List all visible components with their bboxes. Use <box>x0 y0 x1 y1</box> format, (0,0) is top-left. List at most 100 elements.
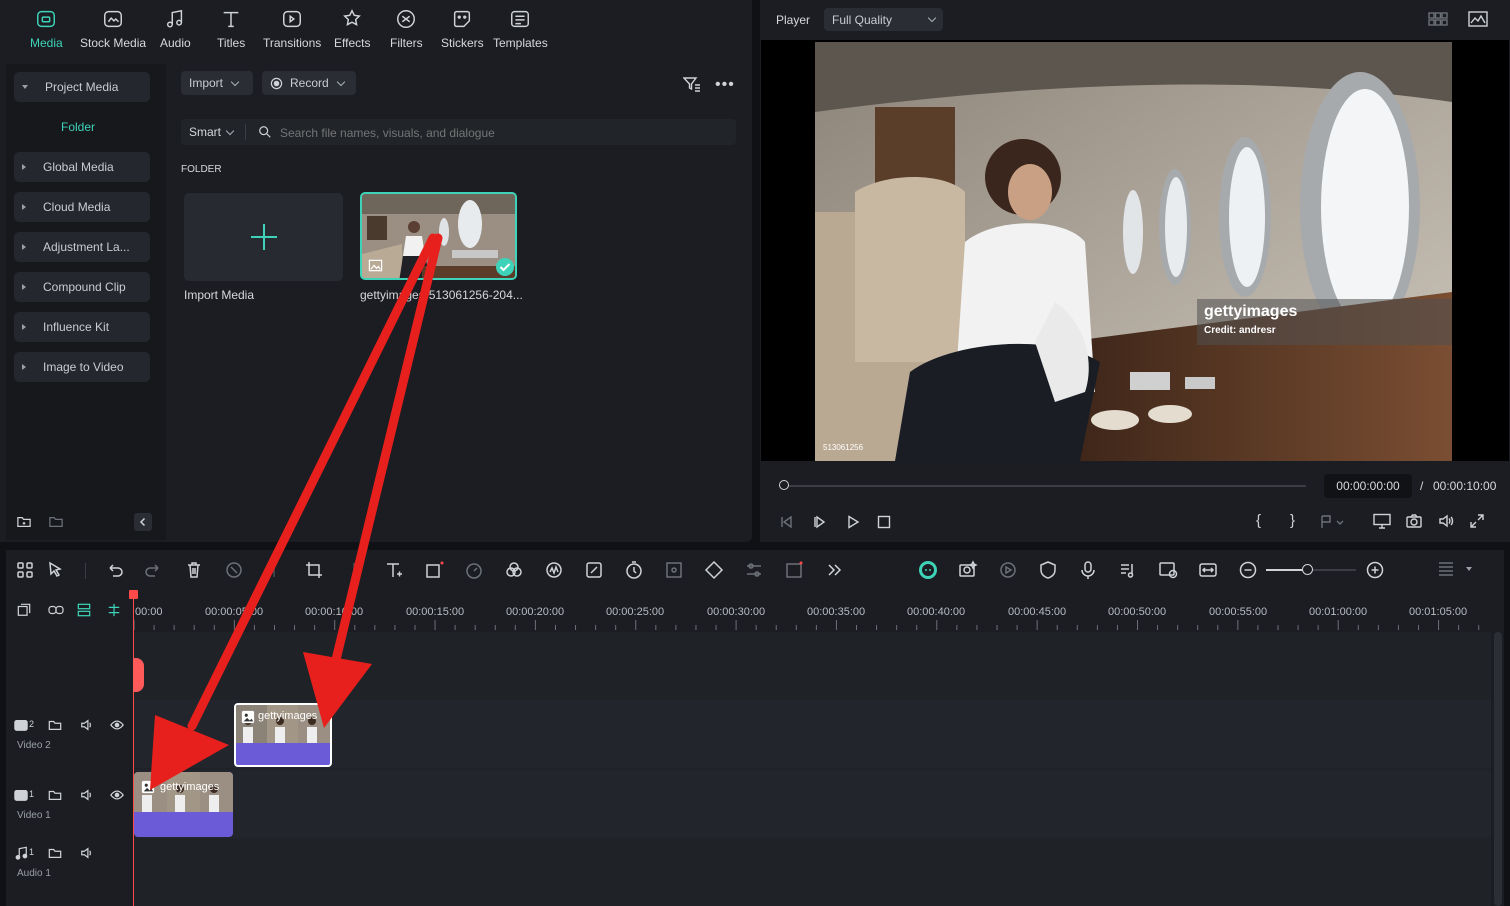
timer-icon[interactable] <box>624 560 644 580</box>
progress-handle[interactable] <box>779 480 789 490</box>
timeline-scrollbar[interactable] <box>1494 632 1502 906</box>
shield-icon[interactable] <box>1038 560 1058 580</box>
smart-dropdown[interactable]: Smart <box>189 125 235 139</box>
motion-track-icon[interactable] <box>664 560 684 580</box>
play-icon[interactable] <box>845 514 861 530</box>
sidebar-item-folder[interactable]: Folder <box>61 120 95 134</box>
tab-titles[interactable]: Titles <box>217 8 245 50</box>
adjust-icon[interactable] <box>744 560 764 580</box>
audio-icon <box>167 9 183 28</box>
mark-out-icon[interactable]: } <box>1290 512 1295 529</box>
grid-view-icon[interactable] <box>1428 12 1448 26</box>
speaker-icon[interactable] <box>80 846 94 860</box>
shape-icon[interactable] <box>424 560 444 580</box>
undo-icon[interactable] <box>104 560 124 580</box>
ai-assistant-icon[interactable] <box>918 560 938 580</box>
text-icon[interactable] <box>384 560 404 580</box>
split-icon[interactable] <box>264 560 284 580</box>
tab-media[interactable]: Media <box>30 8 63 50</box>
tab-stock-media[interactable]: Stock Media <box>80 8 146 50</box>
scopes-icon[interactable] <box>1468 11 1488 27</box>
zoom-slider-handle[interactable] <box>1302 564 1313 575</box>
sidebar-item-influence-kit[interactable]: Influence Kit <box>14 312 150 342</box>
redo-icon[interactable] <box>144 560 164 580</box>
folder-lock-icon[interactable] <box>48 718 62 732</box>
delete-icon[interactable] <box>184 560 204 580</box>
sidebar-item-cloud-media[interactable]: Cloud Media <box>14 192 150 222</box>
ai-audio-icon[interactable] <box>544 560 564 580</box>
playhead-handle[interactable] <box>129 590 138 599</box>
ruler-label: 00:00:35:00 <box>807 606 866 618</box>
record-dropdown[interactable]: Record <box>262 71 356 95</box>
tab-effects[interactable]: Effects <box>334 8 370 50</box>
folder-icon[interactable] <box>49 515 63 529</box>
zoom-in-icon[interactable] <box>1365 560 1385 580</box>
speed-icon[interactable] <box>464 560 484 580</box>
sidebar-item-global-media[interactable]: Global Media <box>14 152 150 182</box>
collapse-sidebar-button[interactable] <box>134 513 152 531</box>
eye-icon[interactable] <box>110 788 124 802</box>
tab-filters[interactable]: Filters <box>390 8 423 50</box>
media-thumbnail[interactable] <box>360 192 517 280</box>
import-media-tile[interactable] <box>184 193 343 281</box>
clip-video-1[interactable]: gettyimages <box>134 772 233 837</box>
keyframe-icon[interactable] <box>704 560 724 580</box>
view-dropdown-icon[interactable] <box>1466 567 1472 571</box>
speaker-icon[interactable] <box>80 718 94 732</box>
playhead-marker[interactable] <box>133 658 144 692</box>
sidebar-item-adjustment-layer[interactable]: Adjustment La... <box>14 232 150 262</box>
prev-frame-icon[interactable] <box>779 514 795 530</box>
snapshot-icon[interactable] <box>1406 513 1422 529</box>
snap-icon[interactable] <box>107 603 121 617</box>
divider <box>245 124 246 140</box>
snapshot-edit-icon[interactable] <box>1158 560 1178 580</box>
ai-image-icon[interactable] <box>958 560 978 580</box>
folder-lock-icon[interactable] <box>48 788 62 802</box>
trim-icon[interactable] <box>344 560 364 580</box>
next-frame-icon[interactable] <box>812 514 828 530</box>
track-label: Video 1 <box>17 810 51 821</box>
add-track-icon[interactable] <box>17 603 31 617</box>
eye-icon[interactable] <box>110 718 124 732</box>
quality-dropdown[interactable]: Full Quality <box>824 8 943 31</box>
crop-icon[interactable] <box>304 560 324 580</box>
sidebar-item-project-media[interactable]: Project Media <box>14 72 150 102</box>
tab-templates[interactable]: Templates <box>493 8 548 50</box>
audio-mix-icon[interactable] <box>1118 560 1138 580</box>
clip-video-2[interactable]: gettyimages <box>234 703 332 767</box>
sidebar-item-image-to-video[interactable]: Image to Video <box>14 352 150 382</box>
filter-sort-icon[interactable] <box>682 75 701 93</box>
ruler-label: 00:01:00:00 <box>1309 606 1368 618</box>
more-tools-icon[interactable] <box>824 560 844 580</box>
track-manager-icon[interactable] <box>77 603 91 617</box>
fullscreen-icon[interactable] <box>1470 514 1484 528</box>
progress-track[interactable] <box>784 485 1306 487</box>
marker-icon[interactable] <box>1319 514 1345 530</box>
new-folder-icon[interactable] <box>17 515 31 529</box>
microphone-icon[interactable] <box>1078 560 1098 580</box>
volume-icon[interactable] <box>1438 513 1454 529</box>
color-icon[interactable] <box>504 560 524 580</box>
sidebar-item-compound-clip[interactable]: Compound Clip <box>14 272 150 302</box>
folder-lock-icon[interactable] <box>48 846 62 860</box>
link-icon[interactable] <box>47 603 65 617</box>
fit-timeline-icon[interactable] <box>1198 560 1218 580</box>
more-options-icon[interactable]: ••• <box>715 76 735 94</box>
select-tool-icon[interactable] <box>46 560 66 580</box>
tab-transitions[interactable]: Transitions <box>263 8 321 50</box>
search-input[interactable] <box>278 121 722 145</box>
layout-icon[interactable] <box>15 560 35 580</box>
render-icon[interactable] <box>998 560 1018 580</box>
ai-text-icon[interactable] <box>784 560 804 580</box>
display-icon[interactable] <box>1373 513 1391 529</box>
stop-icon[interactable] <box>876 514 892 530</box>
tab-stickers[interactable]: Stickers <box>441 8 484 50</box>
timeline-view-icon[interactable] <box>1436 560 1456 580</box>
speaker-icon[interactable] <box>80 788 94 802</box>
tab-audio[interactable]: Audio <box>160 8 191 50</box>
import-dropdown[interactable]: Import <box>181 71 253 95</box>
mark-in-icon[interactable]: { <box>1256 512 1261 529</box>
ai-cutout-icon[interactable] <box>224 560 244 580</box>
zoom-out-icon[interactable] <box>1238 560 1258 580</box>
ai-edit-icon[interactable] <box>584 560 604 580</box>
